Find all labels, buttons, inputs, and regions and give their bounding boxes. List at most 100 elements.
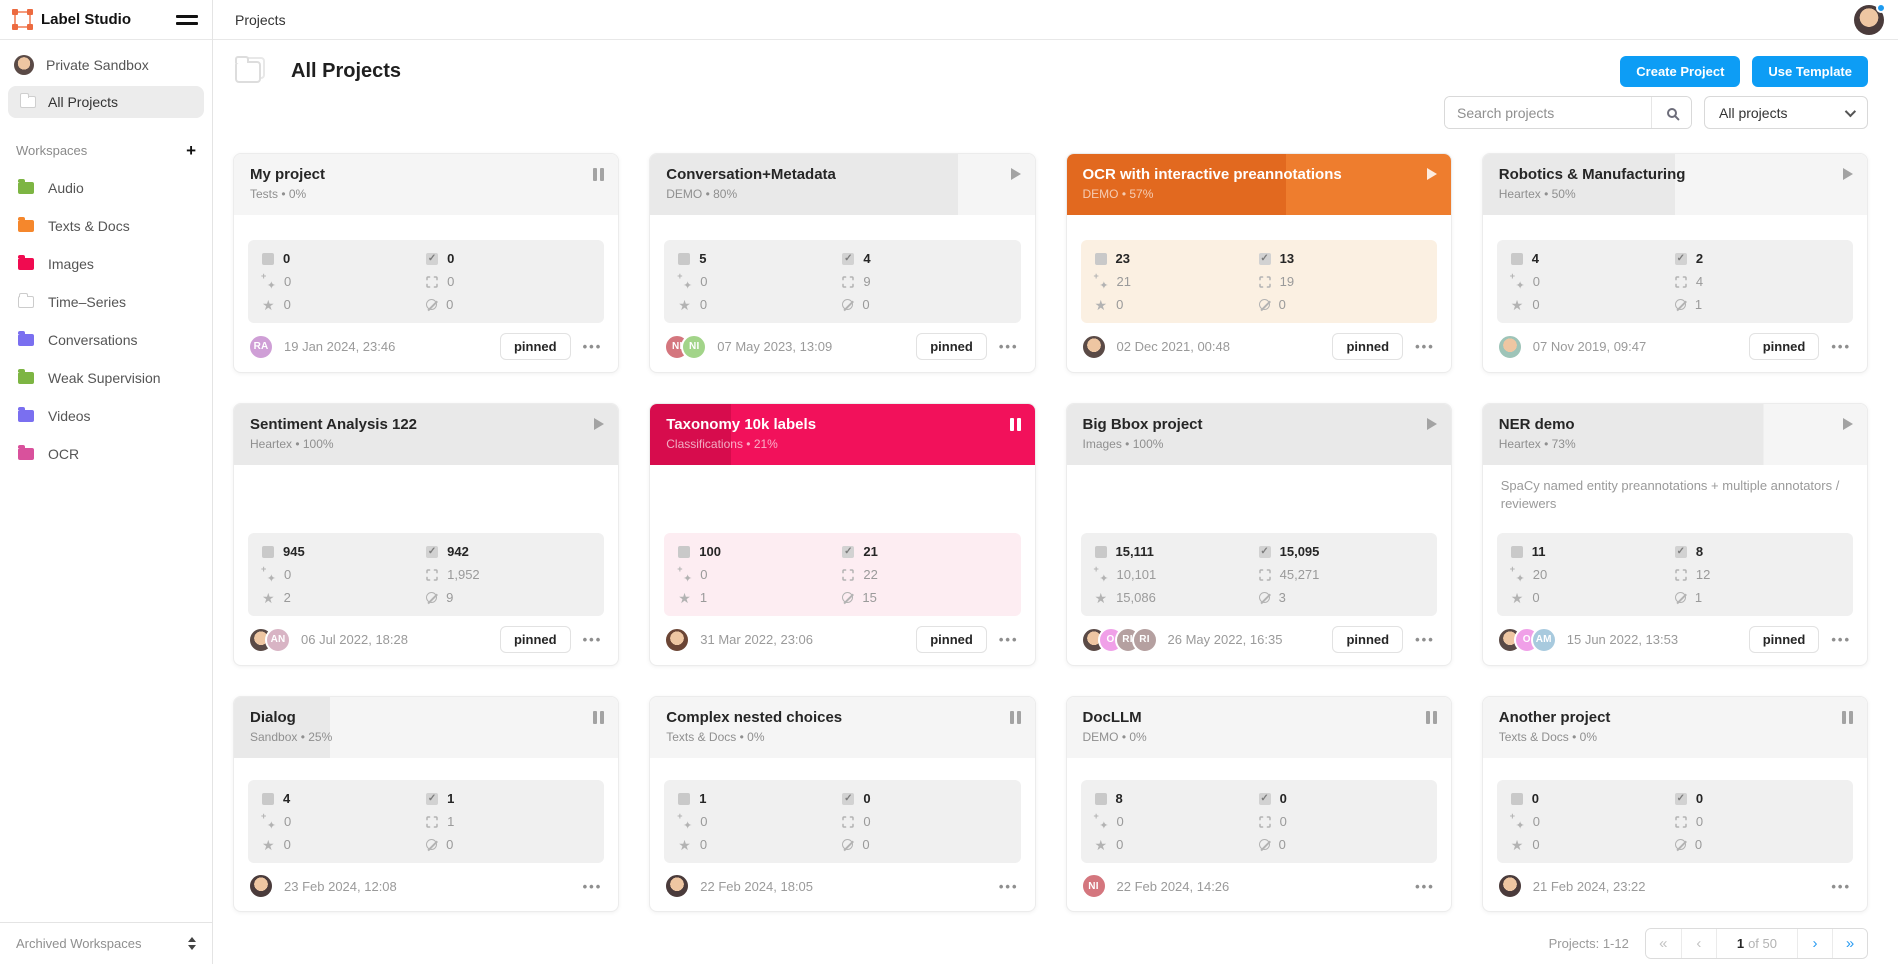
search-button[interactable] xyxy=(1651,97,1691,128)
frame-corners-icon xyxy=(1259,569,1271,581)
project-date: 07 Nov 2019, 09:47 xyxy=(1533,339,1739,354)
stat-starred: ★0 xyxy=(1095,297,1259,312)
project-card[interactable]: Taxonomy 10k labels Classifications • 21… xyxy=(649,403,1035,666)
archived-workspaces[interactable]: Archived Workspaces xyxy=(0,922,212,964)
more-options-button[interactable]: ••• xyxy=(997,632,1021,647)
sidebar-workspace-item[interactable]: Weak Supervision xyxy=(0,359,212,397)
pinned-badge[interactable]: pinned xyxy=(500,333,571,360)
project-card[interactable]: NER demo Heartex • 73% SpaCy named entit… xyxy=(1482,403,1868,666)
next-page-button[interactable]: › xyxy=(1797,929,1832,958)
sidebar-item-private-sandbox[interactable]: Private Sandbox xyxy=(0,46,212,84)
stat-starred: ★1 xyxy=(678,590,842,605)
project-card[interactable]: DocLLM DEMO • 0% 8 ✓0 0 0 ★0 0 NI 22 Feb… xyxy=(1066,696,1452,912)
pinned-badge[interactable]: pinned xyxy=(500,626,571,653)
project-card-header: Another project Texts & Docs • 0% xyxy=(1483,697,1867,758)
sidebar-workspace-item[interactable]: Audio xyxy=(0,169,212,207)
more-options-button[interactable]: ••• xyxy=(997,339,1021,354)
stat-annotations: 4 xyxy=(1675,274,1839,289)
stat-annotations: 1 xyxy=(426,814,590,829)
hamburger-menu-icon[interactable] xyxy=(176,11,198,29)
last-page-button[interactable]: » xyxy=(1832,929,1867,958)
more-options-button[interactable]: ••• xyxy=(1829,879,1853,894)
more-options-button[interactable]: ••• xyxy=(1413,879,1437,894)
folder-icon xyxy=(18,220,34,232)
star-icon: ★ xyxy=(1511,299,1524,311)
more-options-button[interactable]: ••• xyxy=(581,879,605,894)
add-workspace-button[interactable]: + xyxy=(186,142,196,159)
first-page-button[interactable]: « xyxy=(1646,929,1681,958)
stat-value: 8 xyxy=(1116,791,1123,806)
stat-completed: ✓2 xyxy=(1675,251,1839,266)
ban-icon xyxy=(1675,299,1686,310)
stat-skipped: 9 xyxy=(426,590,590,605)
pinned-badge[interactable]: pinned xyxy=(916,333,987,360)
use-template-button[interactable]: Use Template xyxy=(1752,56,1868,87)
workspaces-label: Workspaces xyxy=(16,143,186,158)
pause-icon xyxy=(593,711,604,724)
stat-completed: ✓8 xyxy=(1675,544,1839,559)
stat-total-tasks: 100 xyxy=(678,544,842,559)
project-card[interactable]: Conversation+Metadata DEMO • 80% 5 ✓4 0 … xyxy=(649,153,1035,373)
project-stats: 15,111 ✓15,095 10,101 45,271 ★15,086 3 xyxy=(1081,533,1437,616)
create-project-button[interactable]: Create Project xyxy=(1620,56,1740,87)
stat-value: 945 xyxy=(283,544,305,559)
project-card[interactable]: Robotics & Manufacturing Heartex • 50% 4… xyxy=(1482,153,1868,373)
pinned-badge[interactable]: pinned xyxy=(1332,626,1403,653)
folder-icon xyxy=(18,258,34,270)
member-avatars: NI xyxy=(1081,873,1107,899)
filter-select[interactable]: All projects xyxy=(1704,96,1868,129)
project-card-body: 0 ✓0 0 0 ★0 0 xyxy=(1483,758,1867,863)
member-avatars: NINI xyxy=(664,334,707,360)
project-card[interactable]: Big Bbox project Images • 100% 15,111 ✓1… xyxy=(1066,403,1452,666)
ban-icon xyxy=(1259,839,1270,850)
search-input[interactable] xyxy=(1445,97,1651,128)
sidebar-workspace-item[interactable]: Images xyxy=(0,245,212,283)
stat-value: 15 xyxy=(862,590,876,605)
more-options-button[interactable]: ••• xyxy=(1829,632,1853,647)
folder-icon xyxy=(18,296,34,308)
ban-icon xyxy=(1259,592,1270,603)
project-card[interactable]: Dialog Sandbox • 25% 4 ✓1 0 1 ★0 0 23 Fe… xyxy=(233,696,619,912)
project-card-footer: 23 Feb 2024, 12:08 ••• xyxy=(234,863,618,911)
more-options-button[interactable]: ••• xyxy=(581,339,605,354)
prev-page-button[interactable]: ‹ xyxy=(1681,929,1716,958)
sidebar-workspace-item[interactable]: OCR xyxy=(0,435,212,473)
sidebar-workspace-item[interactable]: Texts & Docs xyxy=(0,207,212,245)
stat-skipped: 0 xyxy=(1259,297,1423,312)
stat-value: 21 xyxy=(863,544,877,559)
project-card-footer: AN 06 Jul 2022, 18:28 pinned ••• xyxy=(234,616,618,665)
more-options-button[interactable]: ••• xyxy=(581,632,605,647)
project-title: OCR with interactive preannotations xyxy=(1083,166,1435,183)
sidebar-workspace-item[interactable]: Conversations xyxy=(0,321,212,359)
frame-corners-icon xyxy=(1259,816,1271,828)
tasks-icon xyxy=(262,253,274,265)
pinned-badge[interactable]: pinned xyxy=(1749,333,1820,360)
project-subtitle: Heartex • 50% xyxy=(1499,187,1851,201)
more-options-button[interactable]: ••• xyxy=(1829,339,1853,354)
pinned-badge[interactable]: pinned xyxy=(1749,626,1820,653)
star-icon: ★ xyxy=(1095,592,1108,604)
more-options-button[interactable]: ••• xyxy=(1413,339,1437,354)
sidebar-workspace-item[interactable]: Time–Series xyxy=(0,283,212,321)
stat-value: 0 xyxy=(1116,837,1123,852)
project-card[interactable]: Sentiment Analysis 122 Heartex • 100% 94… xyxy=(233,403,619,666)
more-options-button[interactable]: ••• xyxy=(1413,632,1437,647)
stat-value: 9 xyxy=(446,590,453,605)
sparkles-icon xyxy=(1095,815,1108,828)
project-card[interactable]: My project Tests • 0% 0 ✓0 0 0 ★0 0 RA 1… xyxy=(233,153,619,373)
sidebar-workspace-item[interactable]: Videos xyxy=(0,397,212,435)
expand-collapse-icon[interactable] xyxy=(188,937,196,950)
account-avatar[interactable] xyxy=(1854,5,1884,35)
sidebar-item-all-projects[interactable]: All Projects xyxy=(8,86,204,118)
pinned-badge[interactable]: pinned xyxy=(1332,333,1403,360)
project-card[interactable]: OCR with interactive preannotations DEMO… xyxy=(1066,153,1452,373)
stat-value: 0 xyxy=(1696,814,1703,829)
project-card[interactable]: Complex nested choices Texts & Docs • 0%… xyxy=(649,696,1035,912)
pinned-badge[interactable]: pinned xyxy=(916,626,987,653)
member-avatars xyxy=(664,873,690,899)
more-options-button[interactable]: ••• xyxy=(997,879,1021,894)
project-card[interactable]: Another project Texts & Docs • 0% 0 ✓0 0… xyxy=(1482,696,1868,912)
project-card-body: 1 ✓0 0 0 ★0 0 xyxy=(650,758,1034,863)
project-subtitle: Images • 100% xyxy=(1083,437,1435,451)
project-card-footer: ORIRI 26 May 2022, 16:35 pinned ••• xyxy=(1067,616,1451,665)
